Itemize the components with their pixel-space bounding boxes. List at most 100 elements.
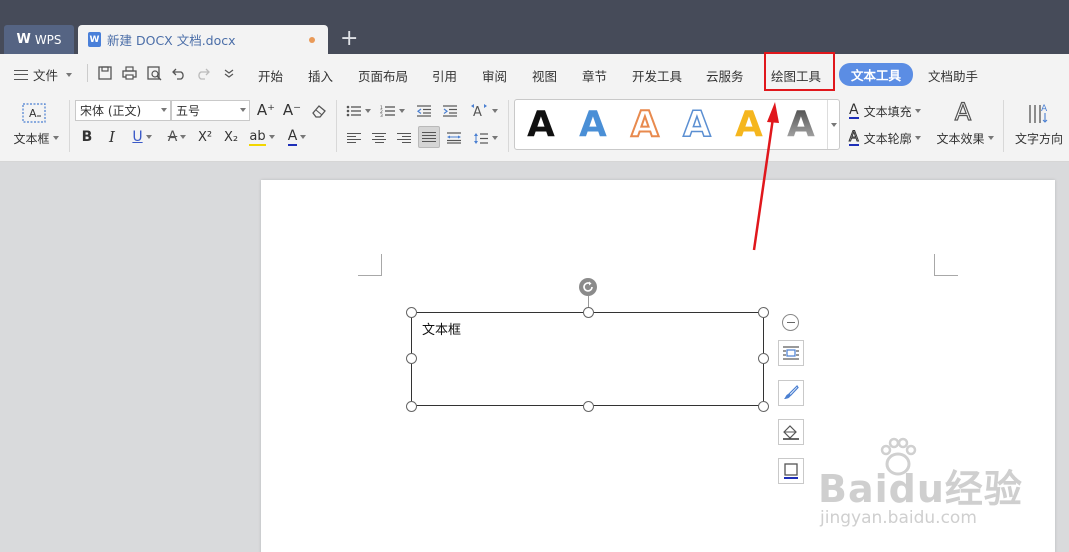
print-preview-button[interactable] <box>145 64 163 82</box>
text-fill-button[interactable]: A 文本填充 <box>849 102 929 120</box>
save-button[interactable] <box>96 64 114 82</box>
bullet-list-button[interactable] <box>344 102 372 120</box>
shrink-font-button[interactable]: A⁻ <box>282 100 302 120</box>
textbox-label: 文本框 <box>13 131 50 146</box>
tab-review[interactable]: 审阅 <box>482 66 507 85</box>
resize-handle-top-left[interactable] <box>406 307 417 318</box>
text-art-gallery: A A A A A A <box>514 99 840 150</box>
divider <box>508 100 509 152</box>
tab-text-tools[interactable]: 文本工具 <box>839 63 914 86</box>
layout-options-button[interactable] <box>778 340 804 366</box>
shape-fill-button[interactable] <box>778 419 804 445</box>
new-tab-button[interactable]: + <box>340 28 358 50</box>
resize-handle-left[interactable] <box>406 353 417 364</box>
tab-wps-home[interactable]: W WPS <box>4 25 74 54</box>
resize-handle-bottom-right[interactable] <box>758 401 769 412</box>
text-art-style-gray[interactable]: A <box>787 104 815 146</box>
quick-access-more-button[interactable] <box>220 64 238 82</box>
text-art-style-orange-outline[interactable]: A <box>630 103 660 146</box>
text-direction-icon[interactable]: A <box>1026 100 1050 126</box>
align-right-button[interactable] <box>394 129 414 147</box>
increase-indent-icon <box>443 105 457 117</box>
redo-button[interactable] <box>194 64 212 82</box>
resize-handle-top-right[interactable] <box>758 307 769 318</box>
font-color-button[interactable]: A <box>283 128 311 146</box>
collapse-tools-button[interactable] <box>782 314 799 331</box>
clear-format-button[interactable] <box>309 101 329 121</box>
file-menu[interactable]: 文件 <box>14 65 73 84</box>
menu-bar: 文件 开始 插入 页面布局 引用 审阅 视图 章节 开发工具 云服务 绘图工具 … <box>0 54 1069 92</box>
resize-handle-top[interactable] <box>583 307 594 318</box>
align-right-icon <box>397 132 411 144</box>
tab-page-layout[interactable]: 页面布局 <box>358 66 408 85</box>
chevron-down-icon <box>914 136 921 140</box>
text-box-content[interactable]: 文本框 <box>422 319 461 338</box>
grow-font-button[interactable]: A⁺ <box>256 100 276 120</box>
print-button[interactable] <box>120 64 138 82</box>
text-outline-button[interactable]: A 文本轮廓 <box>849 129 929 147</box>
tab-cloud-service[interactable]: 云服务 <box>706 66 744 85</box>
text-art-style-blue[interactable]: A <box>579 104 607 146</box>
undo-button[interactable] <box>170 64 188 82</box>
text-art-style-blue-outline[interactable]: A <box>682 103 711 146</box>
tab-view[interactable]: 视图 <box>532 66 557 85</box>
text-outline-icon: A <box>849 128 859 146</box>
underline-button[interactable]: U <box>128 128 156 146</box>
text-effect-button[interactable]: 文本效果 <box>934 130 996 146</box>
text-direction-button[interactable]: 文字方向 <box>1012 130 1066 146</box>
text-art-style-black[interactable]: A <box>527 104 555 146</box>
divider <box>87 64 88 82</box>
rotate-icon <box>583 281 593 292</box>
strikethrough-button[interactable]: A <box>163 128 191 146</box>
text-box[interactable]: 文本框 <box>411 312 764 406</box>
tab-start[interactable]: 开始 <box>258 66 283 85</box>
resize-handle-bottom-left[interactable] <box>406 401 417 412</box>
tab-document[interactable]: W 新建 DOCX 文档.docx <box>78 25 328 54</box>
font-size-select[interactable]: 五号 <box>171 100 250 121</box>
line-spacing-button[interactable] <box>470 129 500 147</box>
superscript-button[interactable]: X² <box>195 128 215 146</box>
distributed-align-button[interactable] <box>444 129 464 147</box>
svg-text:A: A <box>29 107 37 120</box>
wps-logo-icon: W <box>16 32 31 47</box>
subscript-button[interactable]: X₂ <box>221 128 241 146</box>
resize-handle-right[interactable] <box>758 353 769 364</box>
font-name-select[interactable]: 宋体 (正文) <box>75 100 171 121</box>
align-center-button[interactable] <box>369 129 389 147</box>
tab-document-assistant[interactable]: 文档助手 <box>928 66 978 85</box>
chevron-down-icon <box>987 136 994 140</box>
text-effect-label: 文本效果 <box>936 131 985 146</box>
text-outline-label: 文本轮廓 <box>863 131 912 146</box>
textbox-dropdown[interactable]: 文本框 <box>12 130 60 146</box>
divider <box>336 100 337 152</box>
tab-developer-tools[interactable]: 开发工具 <box>632 66 682 85</box>
shape-outline-button[interactable] <box>778 458 804 484</box>
decrease-indent-button[interactable] <box>414 102 434 120</box>
textbox-button[interactable]: A <box>22 102 46 124</box>
outline-icon <box>784 463 798 479</box>
highlight-button[interactable]: ab <box>247 128 277 146</box>
increase-indent-button[interactable] <box>440 102 460 120</box>
tab-references[interactable]: 引用 <box>432 66 457 85</box>
baidu-watermark: Baidu经验 jingyan.baidu.com <box>818 436 1038 536</box>
print-icon <box>121 66 137 80</box>
text-spacing-button[interactable]: A <box>468 101 498 121</box>
italic-button[interactable]: I <box>103 128 121 146</box>
strikethrough-label: A <box>167 129 178 145</box>
text-effect-icon[interactable]: A <box>950 97 976 126</box>
docx-file-icon: W <box>88 32 101 47</box>
margin-corner-top-left <box>358 254 382 276</box>
tab-insert[interactable]: 插入 <box>308 66 333 85</box>
tab-section[interactable]: 章节 <box>582 66 607 85</box>
chevron-down-icon <box>145 135 152 139</box>
svg-text:A: A <box>473 105 482 119</box>
numbered-list-button[interactable]: 123 <box>378 102 406 120</box>
shape-style-button[interactable] <box>778 380 804 406</box>
rotate-handle-icon[interactable] <box>579 278 597 296</box>
bold-button[interactable]: B <box>78 128 96 146</box>
align-left-button[interactable] <box>344 129 364 147</box>
gallery-more-button[interactable] <box>827 100 839 149</box>
justify-button[interactable] <box>418 126 440 148</box>
text-fill-icon: A <box>849 101 859 119</box>
resize-handle-bottom[interactable] <box>583 401 594 412</box>
